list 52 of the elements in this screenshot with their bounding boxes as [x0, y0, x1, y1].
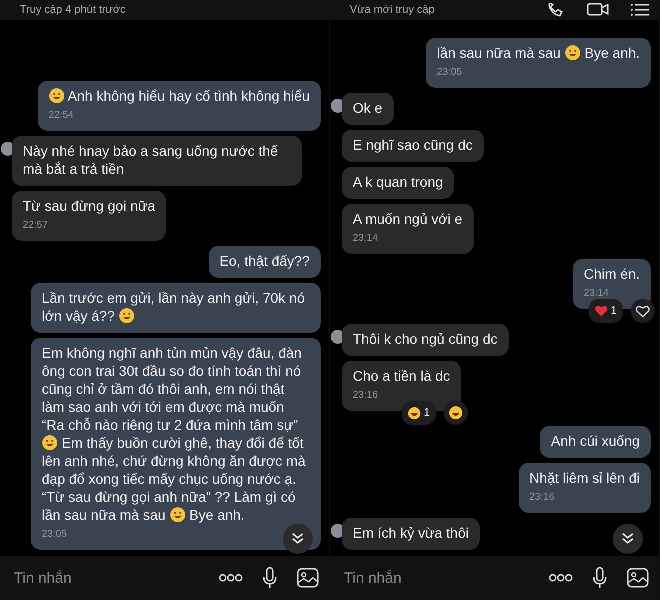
message-text: Em không nghĩ anh tủn mủn vậy đâu, đàn ông con trai 30t đầu so đo tính toán thì nó cũng chỉ ở tầm đó thôi anh, em nói thật làm sao anh với tới em được mà muốn “Ra chỗ nào riêng tư 2 đứa mình tâm sự” Em thấy buồn cười ghê, thay đổi để tốt lên anh nhé, chứ đừng không ăn được mà đạp đổ xong tiếc mấy chục uống nước ạ. “Từ sau đừng gọi anh nữa” ?? Làm gì có lần sau nữa mà sau Bye anh.: [42, 344, 307, 524]
image-icon[interactable]: [297, 568, 319, 588]
last-seen-status: Truy cập 4 phút trước: [20, 4, 126, 16]
message-time: 22:57: [23, 220, 48, 231]
microphone-icon[interactable]: [593, 567, 607, 589]
smiley-icon: [170, 507, 186, 523]
message-time: 23:05: [437, 67, 462, 78]
message-text: Em ích kỷ vừa thôi: [353, 524, 469, 542]
message-text: A muốn ngủ với e: [353, 210, 463, 228]
microphone-icon[interactable]: [263, 567, 277, 589]
double-chevron-down-icon: [621, 532, 635, 546]
heart-outline-icon: [636, 304, 650, 318]
phone-icon[interactable]: [547, 3, 565, 17]
message-text: Nhặt liêm sỉ lên đi: [530, 469, 640, 487]
image-icon[interactable]: [627, 568, 649, 588]
message-text: A k quan trọng: [353, 173, 444, 191]
reaction-chip[interactable]: 1: [402, 401, 436, 425]
video-camera-icon[interactable]: [587, 3, 609, 17]
message-text: E nghĩ sao cũng dc: [353, 136, 473, 154]
message-text: Anh cúi xuống: [551, 432, 640, 450]
message-time: 23:05: [42, 529, 68, 540]
message-time: 23:14: [584, 288, 609, 299]
reaction-chip[interactable]: 1: [588, 299, 623, 323]
message-text: Anh không hiểu hay cố tình không hiểu: [48, 87, 310, 105]
message-text: lần sau nữa mà sau Bye anh.: [437, 44, 640, 62]
more-options-icon[interactable]: [219, 574, 243, 582]
laughing-face-icon: [408, 406, 421, 420]
message-text: Ok e: [353, 99, 383, 117]
message-text: Chim én.: [584, 265, 640, 283]
message-text: Này nhé hnay bảo a sang uống nước thế mà bắt a trả tiền: [23, 142, 280, 178]
double-chevron-down-icon: [291, 532, 305, 546]
message-text: Eo, thật đấy??: [220, 252, 310, 270]
smiley-icon: [42, 435, 58, 451]
message-text: Thôi k cho ngủ cũng dc: [353, 330, 498, 348]
message-time: 23:16: [530, 492, 555, 503]
heart-icon: [594, 305, 608, 317]
smiley-icon: [48, 88, 65, 104]
smiley-icon: [564, 45, 581, 61]
message-time: 23:14: [353, 233, 378, 244]
message-time: 23:16: [353, 390, 378, 401]
add-reaction-button[interactable]: [444, 401, 468, 425]
scroll-down-button[interactable]: [613, 524, 643, 554]
more-options-icon[interactable]: [549, 574, 573, 582]
message-text: Cho a tiền là dc: [353, 367, 450, 385]
message-time: 22:54: [48, 110, 74, 121]
smiley-icon: [118, 308, 135, 324]
laughing-face-icon: [449, 406, 464, 420]
message-text: Từ sau đừng gọi nữa: [23, 197, 156, 215]
last-seen-status: Vừa mới truy cập: [350, 4, 435, 16]
message-text: Lần trước em gửi, lần này anh gửi, 70k nó lớn vậy á??: [42, 289, 306, 325]
menu-icon[interactable]: [631, 3, 649, 17]
add-reaction-button[interactable]: [631, 299, 655, 323]
